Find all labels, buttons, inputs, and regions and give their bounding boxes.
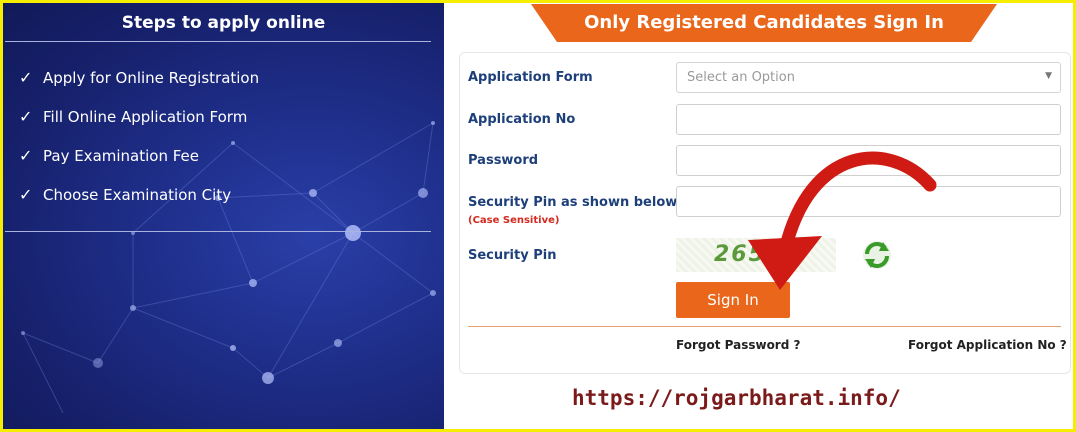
step-text: Fill Online Application Form [43, 108, 248, 126]
checkmark-icon: ✓ [19, 185, 33, 204]
steps-divider [5, 231, 431, 232]
step-item: ✓ Choose Examination City [19, 186, 259, 225]
application-form-label: Application Form [468, 70, 593, 85]
steps-panel: Steps to apply online ✓ Apply for Online … [3, 3, 444, 429]
case-sensitive-note: (Case Sensitive) [468, 215, 560, 226]
title-divider [5, 41, 431, 42]
step-item: ✓ Pay Examination Fee [19, 147, 259, 186]
security-pin-input-label: Security Pin as shown below [468, 195, 678, 210]
password-input[interactable] [676, 145, 1061, 176]
security-pin-input[interactable] [676, 186, 1061, 217]
application-no-label: Application No [468, 112, 576, 127]
dropdown-caret-icon: ▼ [1045, 71, 1052, 81]
form-divider [468, 326, 1061, 327]
application-no-input[interactable] [676, 104, 1061, 135]
forgot-application-no-link[interactable]: Forgot Application No ? [908, 338, 1067, 352]
refresh-icon[interactable] [861, 239, 893, 271]
captcha-image: 265 [676, 238, 836, 272]
step-item: ✓ Apply for Online Registration [19, 69, 259, 108]
select-placeholder: Select an Option [687, 70, 795, 85]
checkmark-icon: ✓ [19, 146, 33, 165]
checkmark-icon: ✓ [19, 107, 33, 126]
application-form-select[interactable]: Select an Option ▼ [676, 62, 1061, 93]
watermark-url: https://rojgarbharat.info/ [572, 386, 901, 410]
checkmark-icon: ✓ [19, 68, 33, 87]
banner-title: Only Registered Candidates Sign In [584, 12, 944, 33]
password-label: Password [468, 153, 539, 168]
step-text: Choose Examination City [43, 186, 232, 204]
captcha-text: 265 [714, 242, 766, 267]
sign-in-button[interactable]: Sign In [676, 282, 790, 318]
step-item: ✓ Fill Online Application Form [19, 108, 259, 147]
step-text: Pay Examination Fee [43, 147, 199, 165]
steps-title: Steps to apply online [121, 13, 326, 33]
forgot-password-link[interactable]: Forgot Password ? [676, 338, 800, 352]
security-pin-label: Security Pin [468, 248, 557, 263]
sign-in-banner: Only Registered Candidates Sign In [531, 4, 997, 42]
step-text: Apply for Online Registration [43, 69, 260, 87]
steps-list: ✓ Apply for Online Registration ✓ Fill Onl… [19, 69, 259, 225]
